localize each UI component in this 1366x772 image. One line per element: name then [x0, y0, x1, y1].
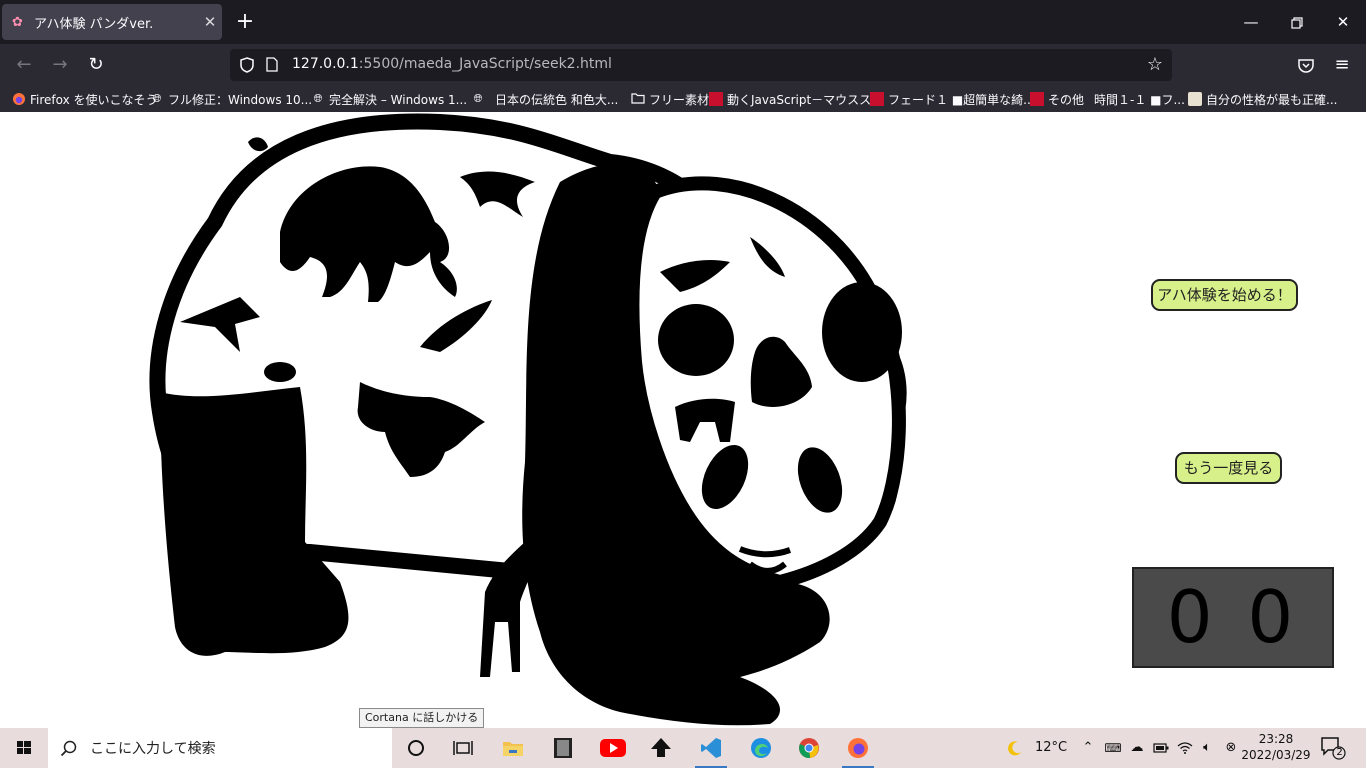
taskbar: ここに入力して検索 12°C ⌃ ⌨︎ ☁︎ 🔈︎ ⊗ 23:28 2022/0… [0, 728, 1366, 768]
start-aha-button[interactable]: アハ体験を始める！ [1151, 279, 1298, 311]
tab-active[interactable]: ✿ アハ体験 パンダver. ✕ [2, 4, 222, 40]
close-tab-icon[interactable]: ✕ [198, 13, 222, 31]
back-arrow-icon[interactable]: ← [10, 52, 38, 78]
new-tab-button[interactable]: + [232, 8, 258, 36]
bookmark-label: フェード１ ■超簡単な綺... [888, 92, 1035, 107]
site-icon [709, 92, 723, 106]
vscode-icon[interactable] [691, 732, 731, 768]
restore-icon[interactable] [1274, 0, 1320, 44]
flower-icon: ✿ [12, 14, 23, 30]
bookmark-item[interactable]: フェード１ ■超簡単な綺... [870, 90, 1035, 108]
moon-icon[interactable] [1004, 728, 1026, 768]
clock-time: 23:28 [1258, 732, 1294, 746]
file-explorer-icon[interactable] [493, 732, 533, 764]
no-network-icon[interactable]: ⊗ [1220, 728, 1242, 768]
bookmark-item[interactable]: Firefox を使いこなそう [12, 90, 158, 108]
taskbar-search[interactable]: ここに入力して検索 [48, 728, 392, 768]
search-placeholder: ここに入力して検索 [90, 741, 216, 757]
inkscape-icon[interactable] [641, 732, 681, 764]
wifi-icon[interactable] [1174, 728, 1196, 768]
tab-bar: ✿ アハ体験 パンダver. ✕ + — ✕ [0, 0, 1366, 44]
task-view-icon[interactable] [443, 732, 483, 764]
bookmark-star-icon[interactable]: ☆ [1144, 54, 1166, 76]
bookmark-item[interactable]: 🌐︎ フル修正：Windows 10... [150, 90, 313, 108]
replay-button[interactable]: もう一度見る [1175, 452, 1282, 484]
film-app-icon[interactable] [543, 732, 583, 764]
bookmark-item[interactable]: 🌐︎ 日本の伝統色 和色大... [471, 90, 619, 108]
bookmark-label: フリー素材 [649, 92, 710, 107]
site-icon [870, 92, 884, 106]
chrome-icon[interactable] [789, 732, 829, 764]
windows-start-icon[interactable] [0, 728, 48, 768]
chevron-up-icon[interactable]: ⌃ [1078, 728, 1098, 768]
bookmark-item[interactable]: 🌐︎ 完全解決 – Windows 1... [311, 90, 468, 108]
globe-icon: 🌐︎ [473, 92, 483, 105]
bookmark-item[interactable]: 時間１-１ ■フ... [1094, 90, 1185, 108]
bookmark-item[interactable]: 動くJavaScript－マウスス... [709, 90, 883, 108]
globe-icon: 🌐︎ [152, 92, 162, 105]
close-window-icon[interactable]: ✕ [1320, 0, 1366, 44]
youtube-icon[interactable] [593, 732, 633, 764]
reload-icon[interactable]: ↻ [82, 52, 110, 78]
tab-title: アハ体験 パンダver. [34, 16, 154, 32]
battery-icon[interactable] [1150, 728, 1172, 768]
bookmark-label: Firefox を使いこなそう [30, 92, 158, 107]
page-icon [264, 55, 280, 75]
globe-icon: 🌐︎ [313, 92, 323, 105]
bookmark-label: フル修正：Windows 10... [168, 92, 313, 107]
weather-temp[interactable]: 12°C [1030, 728, 1072, 768]
url-path: :5500/maeda_JavaScript/seek2.html [358, 56, 612, 72]
bookmark-folder[interactable]: フリー素材 [631, 90, 709, 108]
minimize-icon[interactable]: — [1228, 0, 1274, 44]
bookmark-label: 完全解決 – Windows 1... [329, 92, 468, 107]
url-host: 127.0.0.1 [292, 56, 359, 72]
panda-image [149, 113, 907, 726]
bookmark-label: その他 [1048, 92, 1085, 107]
bookmarks-bar: Firefox を使いこなそう 🌐︎ フル修正：Windows 10... 🌐︎… [0, 86, 1366, 112]
bookmark-label: 自分の性格が最も正確... [1206, 92, 1338, 107]
shield-icon[interactable] [238, 55, 256, 75]
avatar-icon [1188, 92, 1202, 106]
speaker-icon[interactable]: 🔈︎ [1196, 728, 1218, 768]
cortana-tooltip: Cortana に話しかける [359, 708, 485, 728]
bookmark-item[interactable]: その他 [1030, 90, 1084, 108]
menu-icon[interactable]: ≡ [1328, 52, 1356, 78]
nav-bar: ← → ↻ 127.0.0.1:5500/maeda_JavaScript/se… [0, 44, 1366, 86]
firefox-taskbar-icon[interactable] [838, 732, 878, 768]
url-bar[interactable]: 127.0.0.1:5500/maeda_JavaScript/seek2.ht… [230, 49, 1172, 81]
taskbar-clock[interactable]: 23:28 2022/03/29 [1240, 731, 1312, 763]
url-text[interactable]: 127.0.0.1:5500/maeda_JavaScript/seek2.ht… [292, 56, 612, 72]
notification-count: 2 [1336, 747, 1343, 758]
site-icon [1030, 92, 1044, 106]
bookmark-item[interactable]: 自分の性格が最も正確... [1188, 90, 1337, 108]
clock-date: 2022/03/29 [1241, 748, 1311, 762]
page-content: アハ体験を始める！ もう一度見る 0 0 [0, 112, 1366, 728]
edge-icon[interactable] [741, 732, 781, 764]
cloud-icon[interactable]: ☁︎ [1126, 728, 1148, 768]
timer-display: 0 0 [1132, 567, 1334, 668]
cortana-icon[interactable] [396, 732, 436, 764]
bookmark-label: 日本の伝統色 和色大... [495, 92, 619, 107]
pocket-icon[interactable] [1292, 52, 1320, 78]
bookmark-label: 時間１-１ ■フ... [1094, 92, 1185, 107]
firefox-icon [12, 92, 26, 106]
meet-now-icon[interactable]: ⌨︎ [1102, 728, 1124, 768]
search-icon [60, 738, 80, 758]
notification-icon[interactable]: 2 [1320, 736, 1346, 760]
bookmark-label: 動くJavaScript－マウスス... [727, 92, 883, 107]
folder-icon [631, 92, 645, 106]
forward-arrow-icon[interactable]: → [46, 52, 74, 78]
